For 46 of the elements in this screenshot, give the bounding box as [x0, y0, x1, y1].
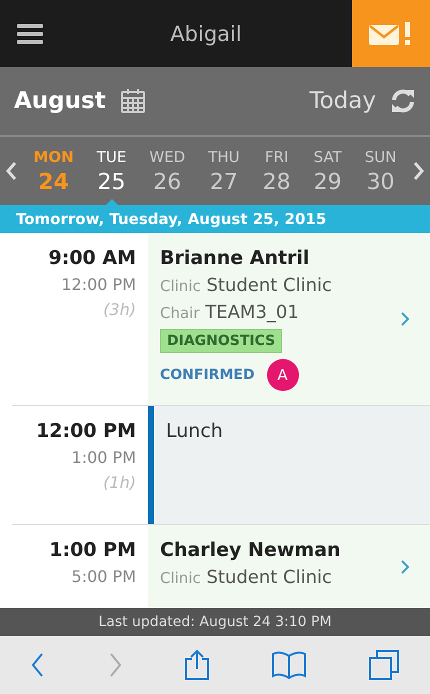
tabs-icon	[368, 649, 400, 681]
end-time: 12:00 PM	[60, 275, 136, 294]
share-icon	[184, 649, 210, 681]
patient-name: Brianne Antril	[160, 247, 310, 269]
appointment-card[interactable]: Brianne Antril Clinic Student Clinic Chair TEAM3_01 DIAGNOSTICS CONFIRMED A	[148, 233, 430, 405]
bookmarks-button[interactable]	[270, 650, 307, 680]
procedure-tag: DIAGNOSTICS	[160, 329, 282, 353]
book-icon	[270, 650, 307, 680]
month-title: August	[14, 88, 106, 114]
day-tab[interactable]: WED 26	[149, 148, 186, 206]
day-tab[interactable]: SAT 29	[314, 148, 342, 206]
patient-name: Charley Newman	[160, 539, 342, 561]
appointment-card[interactable]: Charley Newman Clinic Student Clinic	[148, 525, 430, 608]
block-title: Lunch	[166, 420, 224, 442]
chevron-right-icon	[400, 558, 410, 574]
last-updated-text: Last updated: August 24 3:10 PM	[0, 608, 430, 636]
chevron-left-icon	[5, 161, 17, 181]
mail-alert-button[interactable]	[352, 0, 430, 67]
end-time: 5:00 PM	[70, 567, 136, 586]
envelope-alert-icon	[369, 22, 413, 46]
calendar-icon	[120, 88, 146, 114]
duration: (3h)	[102, 300, 136, 319]
share-button[interactable]	[184, 649, 210, 681]
block-card[interactable]: Lunch	[148, 406, 430, 524]
chevron-right-icon	[413, 161, 425, 181]
refresh-icon	[390, 88, 416, 114]
status-label: CONFIRMED	[160, 367, 255, 383]
start-time: 1:00 PM	[48, 539, 136, 561]
day-tab[interactable]: THU 27	[208, 148, 240, 206]
detail-line: Clinic Student Clinic	[160, 567, 332, 588]
header-title: Abigail	[169, 22, 243, 46]
detail-line: Chair TEAM3_01	[160, 302, 299, 323]
end-time: 1:00 PM	[70, 448, 136, 467]
day-tab[interactable]: FRI 28	[262, 148, 291, 206]
duration: (1h)	[102, 473, 136, 492]
start-time: 9:00 AM	[48, 247, 136, 269]
menu-icon	[17, 24, 43, 44]
detail-line: Clinic Student Clinic	[160, 275, 332, 296]
date-banner: Tomorrow, Tuesday, August 25, 2015	[0, 205, 430, 233]
chevron-right-icon	[400, 311, 410, 327]
tabs-button[interactable]	[368, 649, 400, 681]
day-tab[interactable]: SUN 30	[364, 148, 396, 206]
today-button[interactable]: Today	[309, 88, 376, 114]
day-tab[interactable]: MON 24	[34, 148, 74, 206]
provider-badge: A	[266, 359, 299, 391]
start-time: 12:00 PM	[35, 420, 136, 442]
